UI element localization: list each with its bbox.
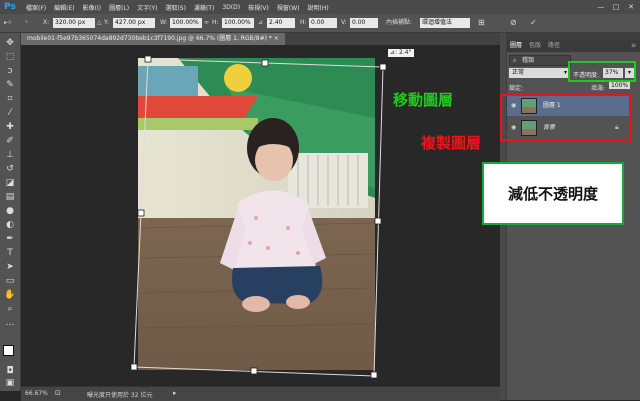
fill-field[interactable]: 100% [609, 82, 631, 89]
menu-type[interactable]: 文字(Y) [133, 3, 161, 12]
tab-layers[interactable]: 圖層 [510, 42, 522, 50]
link-icon[interactable]: ∞ [204, 18, 209, 28]
menu-image[interactable]: 影像(I) [79, 3, 105, 12]
menu-filter[interactable]: 濾鏡(T) [190, 3, 218, 12]
rotation-readout: ⊿: 2.4° [388, 49, 414, 57]
kind-label: 種類 [522, 57, 535, 64]
search-icon: ⌕ [513, 57, 517, 64]
annotation-duplicate-layer: 複製圖層 [421, 134, 482, 152]
status-bar: 66.67% ⊡ 曝光度只使用於 32 位元 ▸ [21, 386, 500, 401]
rotate-angle-icon: ⊿ [258, 19, 264, 26]
commit-transform-icon[interactable]: ✓ [530, 18, 537, 28]
layers-highlight-box [500, 94, 631, 141]
menu-edit[interactable]: 編輯(E) [50, 3, 78, 12]
panel-menu-icon[interactable]: ≡ [631, 42, 636, 50]
transform-bounding-box[interactable] [128, 55, 390, 380]
shape-tool-icon[interactable]: ▭ [4, 275, 16, 287]
x-label: X: [43, 19, 50, 26]
brush-tool-icon[interactable]: ✐ [4, 135, 16, 147]
chevron-down-icon: ▾ [563, 69, 567, 76]
crop-tool-icon[interactable]: ⌗ [4, 93, 16, 105]
h-label: H: [212, 19, 219, 26]
close-tab-icon[interactable]: × [274, 35, 279, 42]
eyedropper-tool-icon[interactable]: ⁄ [4, 107, 16, 119]
screen-mode-icon[interactable]: ▣ [4, 377, 16, 389]
menu-help[interactable]: 說明(H) [304, 3, 333, 12]
hand-tool-icon[interactable]: ✋ [4, 289, 16, 301]
layers-panel-tabs: 圖層 色版 路徑 ≡ [507, 40, 640, 52]
lasso-tool-icon[interactable]: ↄ [4, 65, 16, 77]
foreground-color-swatch[interactable] [3, 345, 14, 356]
interpolation-label: 內插補點: [386, 19, 413, 26]
dodge-tool-icon[interactable]: ◐ [4, 219, 16, 231]
vskew-field[interactable]: 0.00 [350, 18, 378, 28]
menu-file[interactable]: 檔案(F) [22, 3, 50, 12]
status-info: 曝光度只使用於 32 位元 [87, 392, 153, 399]
tab-paths[interactable]: 路徑 [548, 42, 560, 50]
zoom-level[interactable]: 66.67% [25, 390, 48, 397]
pen-tool-icon[interactable]: ✒ [4, 233, 16, 245]
blur-tool-icon[interactable]: ● [4, 205, 16, 217]
menu-select[interactable]: 選取(S) [161, 3, 190, 12]
close-window-button[interactable]: ✕ [626, 3, 636, 11]
gradient-tool-icon[interactable]: ▤ [4, 191, 16, 203]
clone-stamp-tool-icon[interactable]: ⊥ [4, 149, 16, 161]
relative-icon[interactable]: △ [97, 18, 102, 28]
edit-toolbar-icon[interactable]: … [4, 317, 16, 329]
y-field[interactable]: 427.00 px [113, 18, 155, 28]
status-settings-icon[interactable]: ⊡ [55, 389, 61, 397]
menu-layer[interactable]: 圖層(L) [105, 3, 133, 12]
kind-filter-select[interactable]: ⌕ 種類 [509, 55, 571, 66]
quick-select-tool-icon[interactable]: ✎ [4, 79, 16, 91]
eraser-tool-icon[interactable]: ◪ [4, 177, 16, 189]
menu-bar: Ps 檔案(F) 編輯(E) 影像(I) 圖層(L) 文字(Y) 選取(S) 濾… [0, 0, 640, 14]
lock-label: 鎖定: [509, 85, 524, 92]
annotation-reduce-opacity: 減低不透明度 [507, 185, 598, 203]
document-tab[interactable]: mobile01-f5e97b365074da892d730beb1c3f719… [21, 33, 285, 45]
document-tab-title: mobile01-f5e97b365074da892d730beb1c3f719… [27, 35, 272, 42]
w-field[interactable]: 100.00% [170, 18, 202, 28]
minimize-button[interactable]: — [596, 3, 606, 11]
reference-point-icon[interactable]: ⁘ [24, 18, 29, 28]
menu-3d[interactable]: 3D(D) [218, 4, 244, 11]
y-label: Y: [104, 19, 109, 26]
vskew-label: V: [341, 19, 347, 26]
h-field[interactable]: 100.00% [222, 18, 254, 28]
angle-field[interactable]: 2.40 [267, 18, 295, 28]
maximize-button[interactable]: □ [611, 3, 621, 11]
w-label: W: [160, 19, 168, 26]
blend-mode-select[interactable]: 正常 ▾ [509, 68, 569, 78]
menu-view[interactable]: 檢視(V) [244, 3, 273, 12]
zoom-tool-icon[interactable]: ⌕ [4, 303, 16, 315]
move-tool-preset-icon[interactable]: ▸⊹ [4, 18, 12, 28]
cancel-transform-icon[interactable]: ⊘ [510, 18, 517, 28]
interpolation-select[interactable]: 環迴增值法 [420, 18, 470, 28]
type-tool-icon[interactable]: T [4, 247, 16, 259]
history-brush-tool-icon[interactable]: ↺ [4, 163, 16, 175]
options-bar: ▸⊹ ⁘ X: 320.00 px △ Y: 427.00 px W: 100.… [0, 14, 640, 33]
healing-tool-icon[interactable]: ✚ [4, 121, 16, 133]
blend-mode-value: 正常 [512, 69, 525, 76]
hskew-label: H: [300, 19, 307, 26]
marquee-tool-icon[interactable]: ⬚ [4, 51, 16, 63]
photoshop-logo: Ps [4, 2, 16, 12]
warp-mode-icon[interactable]: ⊞ [478, 18, 485, 28]
status-arrow-icon[interactable]: ▸ [173, 389, 177, 397]
hskew-field[interactable]: 0.00 [309, 18, 337, 28]
annotation-callout-box: 減低不透明度 [482, 162, 624, 225]
quick-mask-icon[interactable]: ◘ [4, 365, 16, 377]
annotation-move-layer: 移動圖層 [393, 91, 454, 109]
tab-channels[interactable]: 色版 [529, 42, 541, 50]
menu-window[interactable]: 視窗(W) [273, 3, 304, 12]
tools-panel: ✥ ⬚ ↄ ✎ ⌗ ⁄ ✚ ✐ ⊥ ↺ ◪ ▤ ● ◐ ✒ T ➤ ▭ ✋ ⌕ … [0, 33, 21, 391]
path-select-tool-icon[interactable]: ➤ [4, 261, 16, 273]
opacity-highlight-box [568, 61, 636, 82]
x-field[interactable]: 320.00 px [53, 18, 95, 28]
document-tab-bar: mobile01-f5e97b365074da892d730beb1c3f719… [21, 33, 500, 45]
fill-label: 填滿: [591, 85, 606, 92]
move-tool-icon[interactable]: ✥ [4, 37, 16, 49]
